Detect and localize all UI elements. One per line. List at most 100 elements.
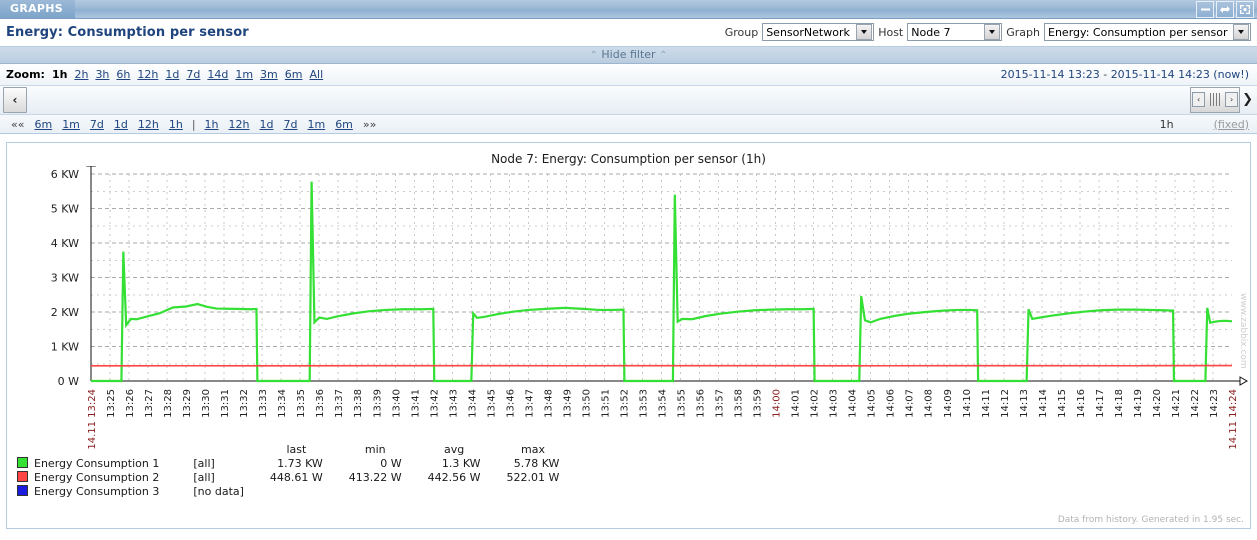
- svg-text:14:18: 14:18: [1114, 389, 1125, 418]
- time-range[interactable]: 2015-11-14 13:23 - 2015-11-14 14:23 (now…: [1001, 68, 1249, 81]
- period-value: 1h: [1159, 117, 1174, 131]
- zoom-link-3m[interactable]: 3m: [260, 68, 278, 81]
- time-scrollbar[interactable]: ‹ › ❯: [1190, 86, 1253, 113]
- svg-text:13:30: 13:30: [201, 389, 212, 418]
- svg-text:1 KW: 1 KW: [51, 341, 79, 354]
- legend-value-last: 1.73 KW: [277, 457, 323, 470]
- period-row: «« 6m 1m 7d 1d 12h 1h | 1h 12h 1d 7d 1m …: [0, 115, 1257, 133]
- zoom-link-all[interactable]: All: [309, 68, 323, 81]
- forward-link-1m[interactable]: 1m: [307, 118, 325, 131]
- forward-link-1d[interactable]: 1d: [260, 118, 274, 131]
- time-scroll-row: ‹ ‹ › ❯: [0, 86, 1257, 115]
- back-link-1d[interactable]: 1d: [114, 118, 128, 131]
- legend-row: Energy Consumption 1 [all] 1.73 KW 0 W 1…: [17, 457, 559, 471]
- svg-text:13:28: 13:28: [163, 389, 174, 418]
- chart-legend: last min avg max Energy Consumption 1 [a…: [17, 443, 559, 499]
- minimize-button[interactable]: [1196, 1, 1214, 18]
- back-link-12h[interactable]: 12h: [138, 118, 159, 131]
- zoom-link-1d[interactable]: 1d: [165, 68, 179, 81]
- time-scrollbar-thumb[interactable]: ‹ ›: [1190, 86, 1241, 113]
- svg-text:14:13: 14:13: [1019, 389, 1030, 418]
- refresh-icon[interactable]: [1216, 1, 1234, 18]
- graph-select[interactable]: Energy: Consumption per sensor: [1044, 23, 1251, 41]
- svg-text:13:44: 13:44: [467, 389, 478, 418]
- hide-filter-toggle[interactable]: ⌃ Hide filter ⌃: [0, 47, 1257, 64]
- svg-text:13:35: 13:35: [296, 389, 307, 418]
- svg-text:14:21: 14:21: [1171, 389, 1182, 418]
- chart-canvas[interactable]: 0 W 1 KW 2 KW 3 KW 4 KW 5 KW 6 KW 14.11 13:24 13…: [7, 166, 1250, 451]
- svg-text:14:16: 14:16: [1076, 389, 1087, 418]
- chevron-up-icon-right: ⌃: [659, 50, 668, 61]
- scrollbar-grip-lines: [1205, 93, 1225, 107]
- zoom-link-7d[interactable]: 7d: [186, 68, 200, 81]
- svg-text:13:26: 13:26: [125, 389, 136, 418]
- svg-text:14:11: 14:11: [981, 389, 992, 418]
- forward-link-7d[interactable]: 7d: [283, 118, 297, 131]
- legend-value-avg: 442.56 W: [427, 471, 481, 484]
- svg-text:14.11 13:24: 14.11 13:24: [87, 389, 98, 450]
- svg-text:13:47: 13:47: [524, 389, 535, 418]
- svg-text:13:52: 13:52: [619, 389, 630, 418]
- svg-text:13:59: 13:59: [753, 389, 764, 418]
- back-link-1h[interactable]: 1h: [169, 118, 183, 131]
- legend-value-max: 522.01 W: [506, 471, 560, 484]
- forward-link-1h[interactable]: 1h: [205, 118, 219, 131]
- forward-link-6m[interactable]: 6m: [335, 118, 353, 131]
- svg-text:14:06: 14:06: [886, 389, 897, 418]
- legend-row: Energy Consumption 2 [all] 448.61 W 413.…: [17, 471, 559, 485]
- svg-text:13:29: 13:29: [182, 389, 193, 418]
- time-range-to: 2015-11-14 14:23 (now!): [1110, 68, 1249, 81]
- last-page-link[interactable]: »»: [363, 118, 376, 131]
- svg-text:14:15: 14:15: [1057, 389, 1068, 418]
- back-link-6m[interactable]: 6m: [34, 118, 52, 131]
- page-title: Energy: Consumption per sensor: [6, 25, 249, 40]
- scroll-left-button[interactable]: ‹: [3, 87, 27, 113]
- svg-text:13:58: 13:58: [734, 389, 745, 418]
- svg-text:13:33: 13:33: [258, 389, 269, 418]
- zoom-link-14d[interactable]: 14d: [207, 68, 228, 81]
- legend-header-max: max: [521, 443, 545, 456]
- svg-text:13:45: 13:45: [486, 389, 497, 418]
- svg-text:14:01: 14:01: [791, 389, 802, 418]
- chevron-down-icon: [984, 24, 1001, 40]
- zoom-link-6m[interactable]: 6m: [285, 68, 303, 81]
- legend-header-row: last min avg max: [17, 443, 559, 457]
- forward-link-12h[interactable]: 12h: [229, 118, 250, 131]
- svg-text:13:37: 13:37: [334, 389, 345, 418]
- tab-graphs[interactable]: GRAPHS: [0, 0, 76, 18]
- back-link-1m[interactable]: 1m: [62, 118, 80, 131]
- host-select[interactable]: Node 7: [907, 23, 1003, 41]
- scrollbar-grip-left[interactable]: ‹: [1192, 92, 1206, 107]
- zoom-link-2h[interactable]: 2h: [74, 68, 88, 81]
- filter-controls: Group SensorNetwork Host Node 7 Graph En…: [725, 23, 1251, 41]
- svg-text:2 KW: 2 KW: [51, 306, 79, 319]
- svg-text:13:36: 13:36: [315, 389, 326, 418]
- back-link-7d[interactable]: 7d: [90, 118, 104, 131]
- svg-text:13:40: 13:40: [391, 389, 402, 418]
- group-select[interactable]: SensorNetwork: [762, 23, 875, 41]
- zoom-label: Zoom:: [6, 68, 45, 81]
- window-controls: [1196, 1, 1254, 18]
- zoom-link-12h[interactable]: 12h: [137, 68, 158, 81]
- time-filter: Zoom: 1h 2h 3h 6h 12h 1d 7d 14d 1m 3m 6m…: [0, 64, 1257, 134]
- svg-text:13:27: 13:27: [144, 389, 155, 418]
- fixed-toggle[interactable]: (fixed): [1214, 118, 1249, 131]
- legend-series-scope: [no data]: [193, 485, 244, 498]
- scroll-right-button[interactable]: ❯: [1242, 92, 1253, 107]
- svg-text:14:09: 14:09: [943, 389, 954, 418]
- svg-text:14:08: 14:08: [924, 389, 935, 418]
- zoom-link-3h[interactable]: 3h: [95, 68, 109, 81]
- svg-text:14:12: 14:12: [1000, 389, 1011, 418]
- legend-value-max: 5.78 KW: [513, 457, 560, 470]
- zoom-link-1h[interactable]: 1h: [52, 68, 68, 81]
- svg-text:13:31: 13:31: [220, 389, 231, 418]
- zoom-link-6h[interactable]: 6h: [116, 68, 130, 81]
- legend-value-min: 0 W: [380, 457, 402, 470]
- legend-value-min: 413.22 W: [348, 471, 402, 484]
- zoom-link-1m[interactable]: 1m: [235, 68, 253, 81]
- fullscreen-icon[interactable]: [1236, 1, 1254, 18]
- scrollbar-grip-right[interactable]: ›: [1225, 92, 1239, 107]
- svg-text:14:23: 14:23: [1209, 389, 1220, 418]
- legend-value-last: 448.61 W: [269, 471, 323, 484]
- first-page-link[interactable]: ««: [11, 118, 24, 131]
